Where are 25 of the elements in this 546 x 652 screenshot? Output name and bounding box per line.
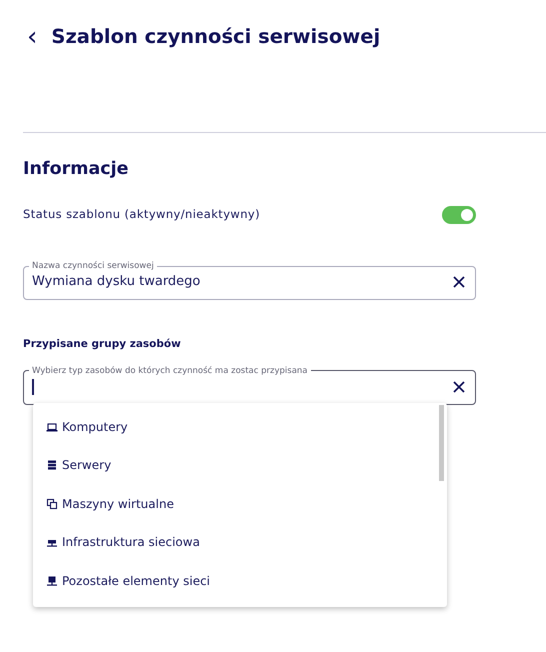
group-heading: Przypisane grupy zasobów (23, 338, 182, 351)
monitor-icon (46, 574, 58, 587)
page-title: Szablon czynności serwisowej (51, 25, 380, 49)
status-label: Status szablonu (aktywny/nieaktywny) (23, 206, 260, 224)
close-icon (451, 378, 467, 395)
text-cursor (32, 378, 34, 395)
copies-icon (46, 498, 58, 510)
laptop-icon (46, 420, 58, 433)
dropdown-item[interactable]: Pozostałe elementy sieci (33, 562, 433, 600)
clear-button[interactable] (451, 274, 467, 290)
back-button[interactable]: ‹ (27, 24, 38, 50)
name-field[interactable]: Nazwa czynności serwisowej Wymiana dysku twardego (23, 260, 476, 300)
scrollbar[interactable] (439, 404, 444, 481)
status-toggle[interactable] (442, 206, 476, 224)
field-label: Nazwa czynności serwisowej (31, 260, 155, 272)
clear-button[interactable] (451, 378, 467, 395)
close-icon (451, 274, 467, 290)
dropdown-item[interactable]: Infrastruktura sieciowa (33, 523, 433, 562)
server-icon (46, 459, 58, 472)
dropdown-item[interactable]: Maszyny wirtualne (33, 484, 433, 524)
section-title: Informacje (23, 159, 130, 180)
dropdown-item[interactable]: Serwery (33, 446, 433, 485)
dropdown-item[interactable]: Komputery (33, 408, 433, 446)
text-input[interactable]: Wymiana dysku twardego (32, 272, 451, 292)
field-label: Wybierz typ zasobów do których czynność ma zostac przypisana (31, 364, 308, 377)
